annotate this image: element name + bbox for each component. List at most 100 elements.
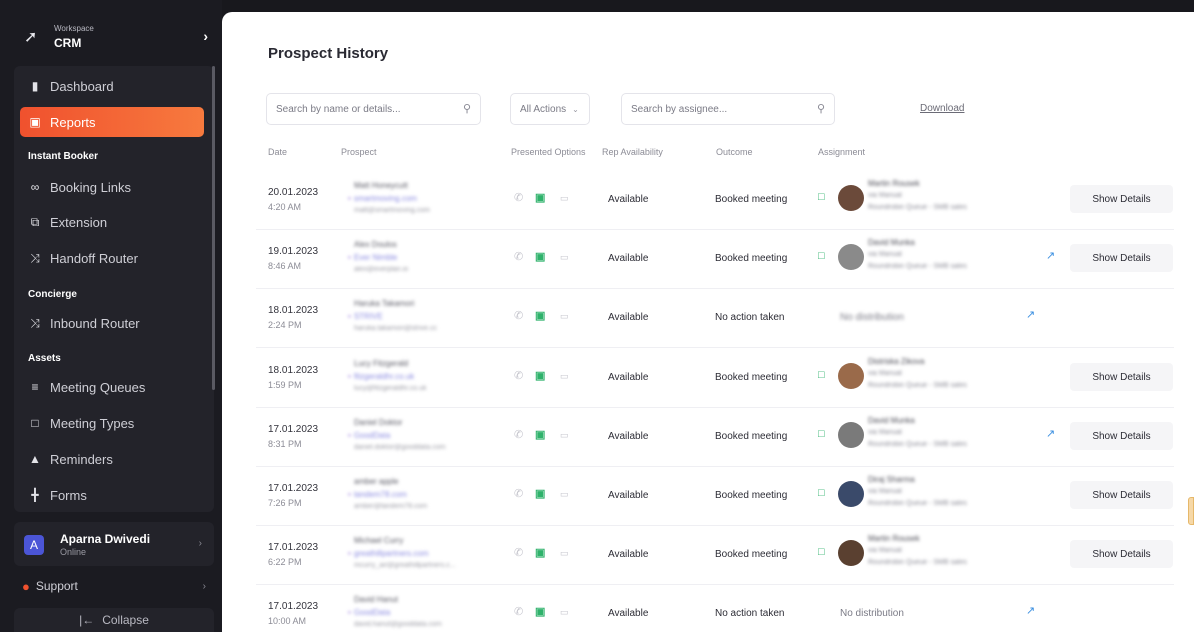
assignee-via: via Manual [868, 251, 902, 258]
prospect-email: daniel.doktor@gooddata.com [354, 444, 446, 451]
outcome: Booked meeting [715, 372, 788, 383]
column-header-outcome[interactable]: Outcome [716, 147, 753, 157]
sidebar-item-meeting-queues[interactable]: ≡ Meeting Queues [20, 372, 204, 402]
show-details-button[interactable]: Show Details [1070, 540, 1173, 568]
company-name: tandem78.com [353, 490, 407, 499]
company-name: GoodData [353, 431, 391, 440]
row-date: 17.01.2023 [268, 483, 319, 494]
show-details-button[interactable]: Show Details [1070, 185, 1173, 213]
link-icon: ∞ [30, 180, 40, 194]
row-date: 18.01.2023 [268, 305, 319, 316]
row-time: 1:59 PM [268, 380, 302, 390]
sidebar-item-label: Handoff Router [50, 250, 138, 266]
calendar-plus-icon: ▣ [535, 370, 546, 382]
sidebar-item-handoff-router[interactable]: ⤨ Handoff Router [20, 243, 204, 273]
table-row: 17.01.2023 8:31 PM Daniel Doktor • GoodData d… [256, 408, 1174, 467]
main-panel: Prospect History Search by name or detai… [222, 12, 1194, 632]
sidebar-item-meeting-types[interactable]: □ Meeting Types [20, 408, 204, 438]
sidebar-item-dashboard[interactable]: ▮ Dashboard [20, 71, 204, 101]
assignee-queue: Roundrobin Queue - SMB sales [868, 559, 967, 566]
search-input[interactable]: Search by name or details... ⚲ [266, 93, 481, 125]
video-icon: ▭ [560, 607, 569, 617]
sidebar-scrollbar[interactable] [212, 66, 215, 390]
collapse-button[interactable]: |← Collapse [14, 608, 214, 632]
show-details-button[interactable]: Show Details [1070, 363, 1173, 391]
sidebar-item-reminders[interactable]: ▲ Reminders [20, 444, 204, 474]
assignee-avatar [838, 422, 864, 448]
outcome: Booked meeting [715, 549, 788, 560]
external-link-icon[interactable]: ↗ [1046, 427, 1055, 440]
column-header-assignment[interactable]: Assignment [818, 147, 865, 157]
calendar-plus-icon: ▣ [535, 310, 546, 322]
row-date: 20.01.2023 [268, 187, 319, 198]
row-date: 17.01.2023 [268, 542, 319, 553]
prospect-company: • GoodData [348, 608, 391, 617]
prospect-email: matt@smartmoving.com [354, 207, 430, 214]
no-distribution: No distribution [840, 312, 904, 323]
search-icon: ⚲ [462, 103, 471, 115]
prospect-name: Alex Doulos [354, 240, 397, 249]
video-icon: ▭ [560, 371, 569, 381]
column-header-options[interactable]: Presented Options [511, 147, 586, 157]
actions-select[interactable]: All Actions ⌄ [510, 93, 590, 125]
calendar-icon: □ [818, 428, 825, 440]
row-time: 2:24 PM [268, 320, 302, 330]
support-link[interactable]: ● Support › [22, 576, 212, 596]
company-name: STRIVE [353, 312, 383, 321]
calendar-icon: □ [818, 487, 825, 499]
video-icon: ▭ [560, 311, 569, 321]
column-header-date[interactable]: Date [268, 147, 287, 157]
report-icon: ▣ [29, 115, 41, 129]
rep-availability: Available [608, 431, 649, 442]
extension-icon: ⧉ [30, 214, 40, 229]
prospect-name: David Hanut [354, 595, 399, 604]
workspace-switcher[interactable]: ➚ Workspace CRM › [16, 14, 214, 58]
search-placeholder: Search by name or details... [276, 103, 401, 115]
sidebar-item-booking-links[interactable]: ∞ Booking Links [20, 172, 204, 202]
actions-select-value: All Actions [520, 103, 567, 115]
external-link-icon[interactable]: ↗ [1046, 249, 1055, 262]
external-link-icon[interactable]: ↗ [1026, 604, 1035, 617]
search-icon: ⚲ [816, 103, 825, 115]
side-handle[interactable] [1188, 497, 1194, 525]
assignee-name: David Munka [868, 416, 915, 425]
sidebar-item-extension[interactable]: ⧉ Extension [20, 207, 204, 237]
forms-icon: ╋ [31, 488, 39, 502]
column-header-prospect[interactable]: Prospect [341, 147, 377, 157]
outcome: Booked meeting [715, 431, 788, 442]
table-row: 18.01.2023 2:24 PM Haruka Takamori • STRIVE h… [256, 289, 1174, 348]
assignee-name: Distriska Zikova [868, 357, 925, 366]
prospect-name: Michael Curry [354, 536, 404, 545]
calendar-icon: □ [818, 250, 825, 262]
sidebar-item-reports[interactable]: ▣ Reports [20, 107, 204, 137]
sidebar-item-forms[interactable]: ╋ Forms [20, 480, 204, 510]
video-icon: ▭ [560, 193, 569, 203]
user-profile[interactable]: A Aparna Dwivedi Online › [14, 522, 214, 566]
download-link[interactable]: Download [920, 103, 964, 114]
avatar: A [24, 535, 44, 555]
video-icon: ▭ [560, 489, 569, 499]
prospect-company: • tandem78.com [348, 490, 407, 499]
show-details-button[interactable]: Show Details [1070, 422, 1173, 450]
prospect-email: david.hanut@gooddata.com [354, 621, 442, 628]
row-date: 17.01.2023 [268, 424, 319, 435]
assignee-queue: Roundrobin Queue - SMB sales [868, 441, 967, 448]
sidebar-item-inbound-router[interactable]: ⤨ Inbound Router [20, 308, 204, 338]
phone-icon: ✆ [514, 251, 524, 263]
show-details-button[interactable]: Show Details [1070, 244, 1173, 272]
list-icon: ≡ [31, 380, 39, 394]
prospect-email: haruka.takamori@strive.cc [354, 325, 437, 332]
support-label: Support [35, 579, 78, 593]
user-name: Aparna Dwivedi [60, 532, 151, 546]
calendar-plus-icon: ▣ [535, 547, 546, 559]
table-row: 18.01.2023 1:59 PM Lucy Fitzgerald • fitzger… [256, 349, 1174, 408]
external-link-icon[interactable]: ↗ [1026, 308, 1035, 321]
table-row: 20.01.2023 4:20 AM Matt Honeycutt • smartmov… [256, 171, 1174, 230]
company-name: Ever Nimble [353, 253, 398, 262]
workspace-label: Workspace [54, 24, 94, 33]
show-details-button[interactable]: Show Details [1070, 481, 1173, 509]
column-header-availability[interactable]: Rep Availability [602, 147, 663, 157]
assignee-search-input[interactable]: Search by assignee... ⚲ [621, 93, 835, 125]
rep-availability: Available [608, 608, 649, 619]
table-row: 17.01.2023 7:26 PM amber apple • tandem78.co… [256, 467, 1174, 526]
